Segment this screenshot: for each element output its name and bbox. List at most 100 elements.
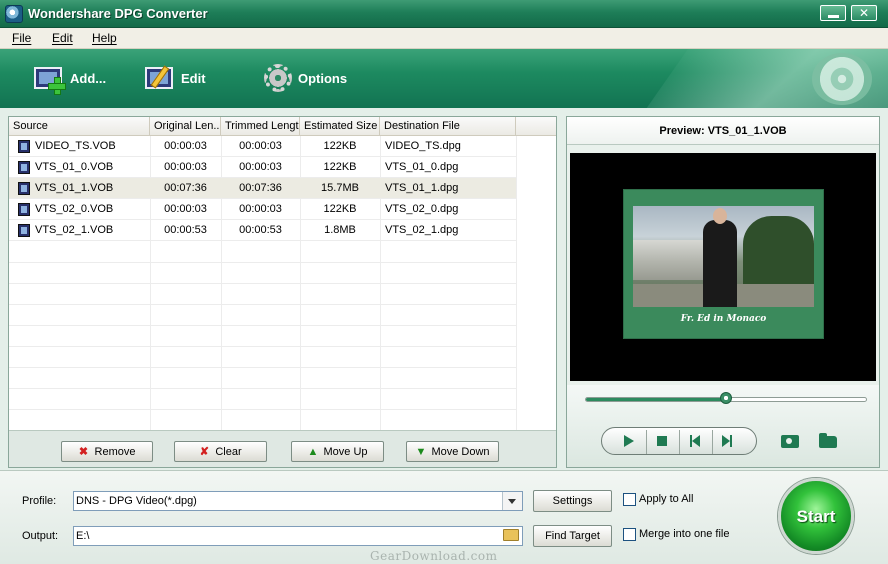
start-label: Start bbox=[796, 507, 836, 526]
play-icon[interactable] bbox=[624, 435, 634, 447]
cell-destination-file: VTS_01_1.dpg bbox=[385, 182, 459, 194]
cell-destination-file: VTS_02_1.dpg bbox=[385, 224, 459, 236]
cell-original-length: 00:00:03 bbox=[164, 203, 207, 215]
cell-source: VTS_01_0.VOB bbox=[35, 161, 114, 173]
add-video-icon bbox=[34, 63, 66, 95]
divider bbox=[679, 430, 680, 454]
cell-estimated-size: 122KB bbox=[323, 140, 357, 152]
apply-to-all-checkbox[interactable] bbox=[623, 493, 636, 506]
move-up-button[interactable]: ▲ Move Up bbox=[291, 441, 384, 462]
options-button[interactable]: Options bbox=[262, 61, 347, 95]
cell-source: VTS_01_1.VOB bbox=[35, 182, 114, 194]
profile-label: Profile: bbox=[22, 495, 57, 507]
settings-button[interactable]: Settings bbox=[533, 490, 612, 512]
cell-estimated-size: 1.8MB bbox=[324, 224, 356, 236]
clear-button[interactable]: ✘ Clear bbox=[174, 441, 267, 462]
close-button[interactable]: ✕ bbox=[851, 5, 877, 21]
cell-trimmed-length: 00:07:36 bbox=[239, 182, 282, 194]
video-file-icon bbox=[18, 182, 30, 195]
cell-source: VIDEO_TS.VOB bbox=[35, 140, 116, 152]
stop-icon[interactable] bbox=[657, 436, 667, 446]
film-reel-icon bbox=[812, 53, 872, 105]
row-divider bbox=[9, 388, 516, 389]
table-row[interactable]: VTS_01_0.VOB 00:00:03 00:00:03 122KB VTS… bbox=[9, 157, 516, 178]
toolbar: Add... Edit Options bbox=[0, 49, 888, 108]
table-row[interactable]: VTS_02_1.VOB 00:00:53 00:00:53 1.8MB VTS… bbox=[9, 220, 516, 241]
profile-select[interactable]: DNS - DPG Video(*.dpg) bbox=[73, 491, 523, 511]
output-path-field[interactable]: E:\ bbox=[73, 526, 523, 546]
preview-panel: Preview: VTS_01_1.VOB Fr. Ed in Monaco bbox=[566, 116, 880, 468]
watermark: GearDownload.com bbox=[370, 549, 498, 563]
output-label: Output: bbox=[22, 530, 59, 542]
browse-folder-icon[interactable] bbox=[503, 529, 519, 541]
row-divider bbox=[9, 367, 516, 368]
merge-checkbox[interactable] bbox=[623, 528, 636, 541]
cell-estimated-size: 122KB bbox=[323, 161, 357, 173]
cell-estimated-size: 15.7MB bbox=[321, 182, 359, 194]
app-icon bbox=[5, 5, 23, 23]
cell-original-length: 00:00:03 bbox=[164, 161, 207, 173]
video-file-icon bbox=[18, 140, 30, 153]
row-divider bbox=[9, 262, 516, 263]
remove-button[interactable]: ✖ Remove bbox=[61, 441, 153, 462]
seek-progress bbox=[586, 398, 726, 401]
output-value: E:\ bbox=[76, 530, 90, 542]
video-file-icon bbox=[18, 224, 30, 237]
find-target-button[interactable]: Find Target bbox=[533, 525, 612, 547]
output-settings-bar: Profile: DNS - DPG Video(*.dpg) Settings… bbox=[0, 470, 888, 564]
menu-help[interactable]: Help bbox=[92, 31, 117, 45]
cell-trimmed-length: 00:00:53 bbox=[239, 224, 282, 236]
previous-frame-icon[interactable] bbox=[690, 435, 708, 449]
video-caption: Fr. Ed in Monaco bbox=[680, 314, 767, 324]
clear-icon: ✘ bbox=[199, 445, 209, 458]
cell-original-length: 00:07:36 bbox=[164, 182, 207, 194]
table-row[interactable]: VTS_02_0.VOB 00:00:03 00:00:03 122KB VTS… bbox=[9, 199, 516, 220]
minimize-icon bbox=[828, 15, 839, 18]
snapshot-camera-icon[interactable] bbox=[781, 435, 799, 448]
chevron-down-icon[interactable] bbox=[502, 492, 522, 510]
move-down-button[interactable]: ▼ Move Down bbox=[406, 441, 499, 462]
row-divider bbox=[9, 325, 516, 326]
video-file-icon bbox=[18, 161, 30, 174]
column-trimmed-length[interactable]: Trimmed Length bbox=[221, 117, 300, 136]
gear-icon bbox=[262, 63, 294, 93]
video-still-image bbox=[633, 206, 814, 307]
cell-trimmed-length: 00:00:03 bbox=[239, 161, 282, 173]
next-frame-icon[interactable] bbox=[722, 435, 740, 449]
cell-trimmed-length: 00:00:03 bbox=[239, 203, 282, 215]
row-divider bbox=[9, 283, 516, 284]
close-icon: ✕ bbox=[858, 6, 870, 20]
table-row[interactable]: VIDEO_TS.VOB 00:00:03 00:00:03 122KB VID… bbox=[9, 136, 516, 157]
profile-value: DNS - DPG Video(*.dpg) bbox=[76, 495, 197, 507]
menu-file[interactable]: File bbox=[12, 31, 31, 45]
minimize-button[interactable] bbox=[820, 5, 846, 21]
remove-x-icon: ✖ bbox=[78, 445, 89, 458]
arrow-up-icon: ▲ bbox=[307, 445, 319, 458]
row-divider bbox=[9, 304, 516, 305]
seek-handle[interactable] bbox=[720, 392, 732, 404]
cell-original-length: 00:00:03 bbox=[164, 140, 207, 152]
move-up-label: Move Up bbox=[323, 445, 368, 458]
column-destination-file[interactable]: Destination File bbox=[380, 117, 516, 136]
column-original-length[interactable]: Original Len... bbox=[150, 117, 221, 136]
table-row-selected[interactable]: VTS_01_1.VOB 00:07:36 00:07:36 15.7MB VT… bbox=[9, 178, 516, 199]
add-label: Add... bbox=[70, 70, 107, 86]
row-divider bbox=[9, 409, 516, 410]
title-bar: Wondershare DPG Converter ✕ bbox=[0, 0, 888, 28]
cell-destination-file: VTS_01_0.dpg bbox=[385, 161, 459, 173]
row-divider bbox=[9, 346, 516, 347]
transport-bar bbox=[601, 427, 757, 455]
start-button[interactable]: Start bbox=[778, 478, 854, 554]
column-source[interactable]: Source bbox=[9, 117, 150, 136]
merge-label: Merge into one file bbox=[639, 528, 730, 540]
column-estimated-size[interactable]: Estimated Size bbox=[300, 117, 380, 136]
window-title: Wondershare DPG Converter bbox=[28, 6, 208, 21]
divider bbox=[646, 430, 647, 454]
move-down-label: Move Down bbox=[431, 445, 490, 458]
open-folder-icon[interactable] bbox=[819, 433, 837, 448]
edit-button[interactable]: Edit bbox=[145, 61, 206, 95]
video-file-icon bbox=[18, 203, 30, 216]
add-button[interactable]: Add... bbox=[34, 61, 106, 95]
list-action-bar: ✖ Remove ✘ Clear ▲ Move Up ▼ Move Down bbox=[9, 430, 556, 467]
menu-edit[interactable]: Edit bbox=[52, 31, 73, 45]
